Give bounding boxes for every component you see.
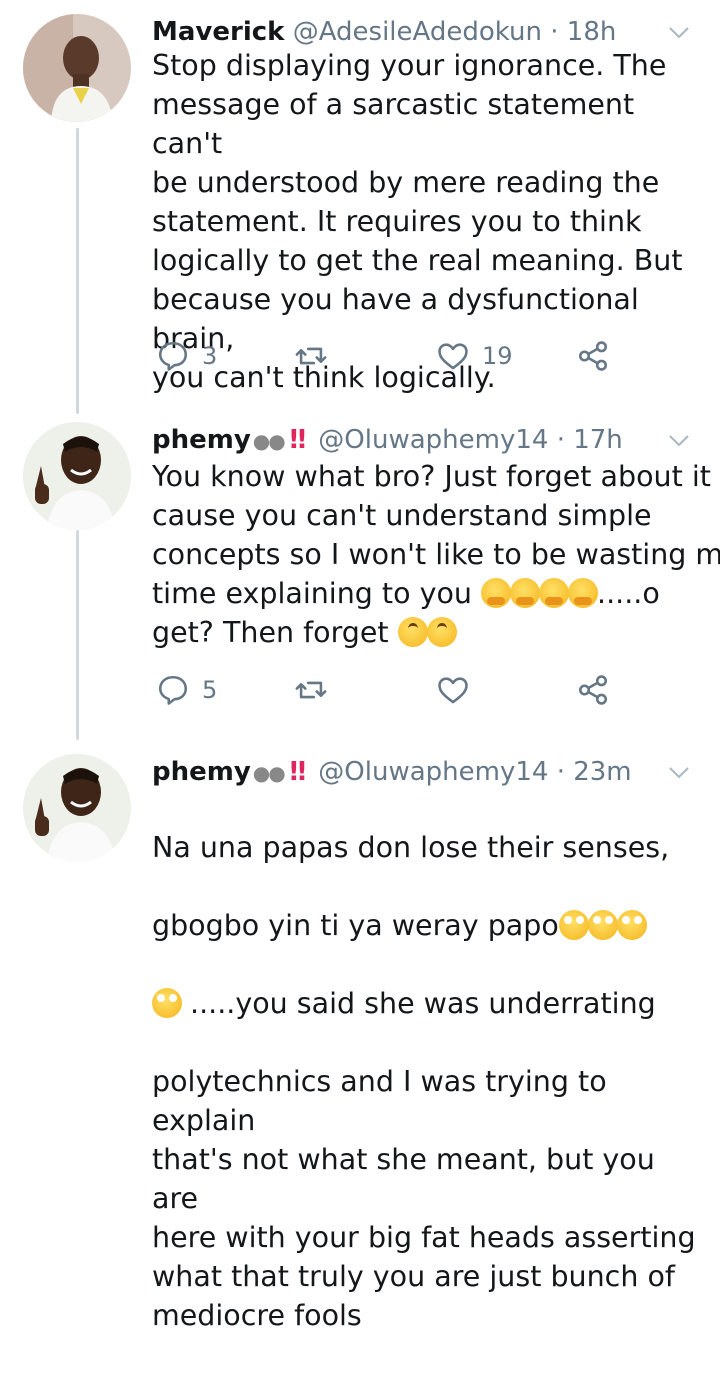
retweet-button[interactable] [294,336,328,376]
reply-count: 3 [202,342,218,370]
user-handle[interactable]: @Oluwaphemy14 [318,425,548,455]
like-button[interactable] [436,670,470,710]
hugging-face-emoji-icon [510,578,541,608]
display-name[interactable]: phemy [152,425,251,455]
kissing-face-emoji-icon [426,617,457,647]
user-handle[interactable]: @Oluwaphemy14 [318,757,548,787]
tweet-text: You know what bro? Just forget about it … [152,457,720,652]
heart-icon [438,677,468,704]
eyes-emoji-icon: ●● [252,761,286,785]
tweet-text-line: time explaining to you .....o [152,577,660,610]
retweet-icon [295,681,327,699]
like-count: 19 [482,342,513,370]
retweet-button[interactable] [294,670,328,710]
eye-roll-emoji-icon [587,910,618,940]
tweet-text-line: Na una papas don lose their senses, [152,831,670,864]
tweet-actions: 5 [152,670,642,710]
reply-icon [158,675,188,705]
tweet[interactable]: phemy ●● ‼ @Oluwaphemy14 · 17h You know wh… [0,420,720,740]
tweet-time[interactable]: 18h [567,17,617,47]
separator-dot: · [550,17,559,47]
chevron-down-icon[interactable] [666,22,692,42]
reply-count: 5 [202,676,218,704]
share-button[interactable] [576,670,610,710]
tweet-text: Na una papas don lose their senses, gbog… [152,789,700,1374]
tweet-actions: 3 19 [152,336,642,376]
tweet-text-line: gbogbo yin ti ya weray papo [152,906,700,945]
heart-icon [438,343,468,370]
reply-button[interactable]: 5 [156,670,217,710]
retweet-icon [295,347,327,365]
double-exclamation-emoji-icon: ‼ [289,757,307,787]
eye-roll-emoji-icon [616,910,647,940]
like-button[interactable]: 19 [436,336,513,376]
share-button[interactable] [576,336,610,376]
chevron-down-icon[interactable] [666,762,692,782]
avatar[interactable] [23,754,131,862]
tweet[interactable]: Maverick @AdesileAdedokun · 18h Stop dis… [0,12,720,402]
tweet-header: phemy ●● ‼ @Oluwaphemy14 · 17h [152,420,660,460]
display-name[interactable]: phemy [152,757,251,787]
double-exclamation-emoji-icon: ‼ [289,425,307,455]
hugging-face-emoji-icon [568,578,599,608]
avatar[interactable] [23,14,131,122]
tweet-text-rest: polytechnics and I was trying to explain… [152,1065,696,1332]
tweet-time[interactable]: 17h [573,425,623,455]
eye-roll-emoji-icon [152,988,182,1018]
reply-icon [158,341,188,371]
chevron-down-icon[interactable] [666,430,692,450]
tweet-time[interactable]: 23m [573,757,631,787]
avatar[interactable] [23,422,131,530]
share-icon [578,675,608,705]
tweet-text-line: cause you can't understand simple [152,499,652,532]
tweet-text-line: get? Then forget [152,613,700,652]
eye-roll-emoji-icon [558,910,589,940]
tweet-text-line: concepts so I won't like to be wasting m… [152,538,720,571]
kissing-face-emoji-icon [397,617,428,647]
hugging-face-emoji-icon [539,578,570,608]
display-name[interactable]: Maverick [152,17,284,47]
tweet-text-line: You know what bro? Just forget about it [152,460,711,493]
tweet-text-line: .....you said she was underrating [152,984,700,1023]
reply-button[interactable]: 3 [156,336,217,376]
hugging-face-emoji-icon [481,578,512,608]
share-icon [578,341,608,371]
separator-dot: · [556,425,565,455]
separator-dot: · [556,757,565,787]
eyes-emoji-icon: ●● [252,429,286,453]
user-handle[interactable]: @AdesileAdedokun [293,17,542,47]
tweet-header: phemy ●● ‼ @Oluwaphemy14 · 23m [152,752,660,792]
tweet[interactable]: phemy ●● ‼ @Oluwaphemy14 · 23m Na una papa… [0,752,720,1332]
